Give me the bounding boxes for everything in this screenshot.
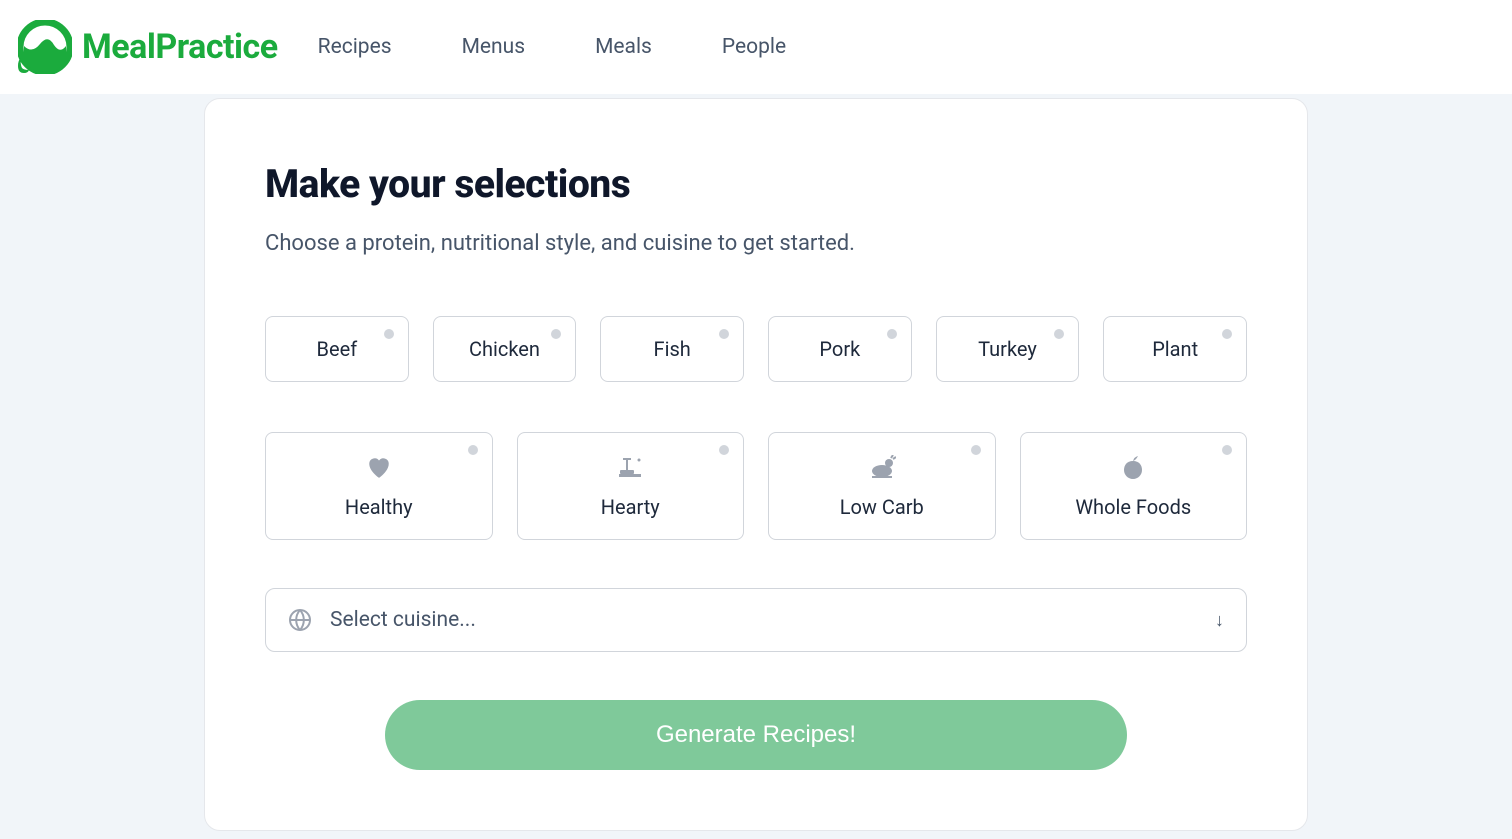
style-grid: Healthy Hearty <box>265 432 1247 540</box>
cuisine-placeholder: Select cuisine... <box>330 608 1215 632</box>
nav-meals[interactable]: Meals <box>595 35 652 59</box>
selection-card: Make your selections Choose a protein, n… <box>204 98 1308 831</box>
generate-recipes-button[interactable]: Generate Recipes! <box>385 700 1127 770</box>
logo-icon <box>18 20 72 74</box>
main: Make your selections Choose a protein, n… <box>0 94 1512 831</box>
style-option-healthy[interactable]: Healthy <box>265 432 493 540</box>
protein-option-beef[interactable]: Beef <box>265 316 409 382</box>
page-subtitle: Choose a protein, nutritional style, and… <box>265 231 1247 256</box>
radio-indicator <box>384 329 394 339</box>
style-option-whole-foods[interactable]: Whole Foods <box>1020 432 1248 540</box>
header: MealPractice Recipes Menus Meals People <box>0 0 1512 94</box>
option-label: Healthy <box>345 495 413 519</box>
apple-icon <box>1122 453 1144 481</box>
meal-icon <box>617 453 643 481</box>
option-label: Hearty <box>601 495 660 519</box>
nav-people[interactable]: People <box>722 35 786 59</box>
nav-recipes[interactable]: Recipes <box>318 35 392 59</box>
radio-indicator <box>1222 329 1232 339</box>
radio-indicator <box>719 329 729 339</box>
option-label: Fish <box>654 337 691 361</box>
option-label: Turkey <box>978 337 1037 361</box>
protein-option-turkey[interactable]: Turkey <box>936 316 1080 382</box>
protein-option-chicken[interactable]: Chicken <box>433 316 577 382</box>
protein-option-fish[interactable]: Fish <box>600 316 744 382</box>
poultry-icon <box>868 453 896 481</box>
nav-menus[interactable]: Menus <box>462 35 525 59</box>
protein-grid: Beef Chicken Fish Pork Turkey Plant <box>265 316 1247 382</box>
globe-icon <box>288 608 312 632</box>
cuisine-select[interactable]: Select cuisine... ↓ <box>265 588 1247 652</box>
radio-indicator <box>1054 329 1064 339</box>
option-label: Beef <box>317 337 358 361</box>
radio-indicator <box>971 445 981 455</box>
radio-indicator <box>468 445 478 455</box>
option-label: Plant <box>1152 337 1198 361</box>
style-option-hearty[interactable]: Hearty <box>517 432 745 540</box>
style-option-low-carb[interactable]: Low Carb <box>768 432 996 540</box>
heart-icon <box>366 453 392 481</box>
radio-indicator <box>719 445 729 455</box>
radio-indicator <box>887 329 897 339</box>
protein-option-plant[interactable]: Plant <box>1103 316 1247 382</box>
brand-name: MealPractice <box>82 27 278 67</box>
arrow-down-icon: ↓ <box>1215 610 1224 631</box>
option-label: Low Carb <box>840 495 924 519</box>
option-label: Whole Foods <box>1075 495 1191 519</box>
radio-indicator <box>551 329 561 339</box>
main-nav: Recipes Menus Meals People <box>318 35 787 59</box>
generate-wrap: Generate Recipes! <box>265 700 1247 770</box>
page-title: Make your selections <box>265 161 1247 207</box>
brand-logo[interactable]: MealPractice <box>18 20 278 74</box>
option-label: Pork <box>819 337 860 361</box>
protein-option-pork[interactable]: Pork <box>768 316 912 382</box>
option-label: Chicken <box>469 337 540 361</box>
radio-indicator <box>1222 445 1232 455</box>
